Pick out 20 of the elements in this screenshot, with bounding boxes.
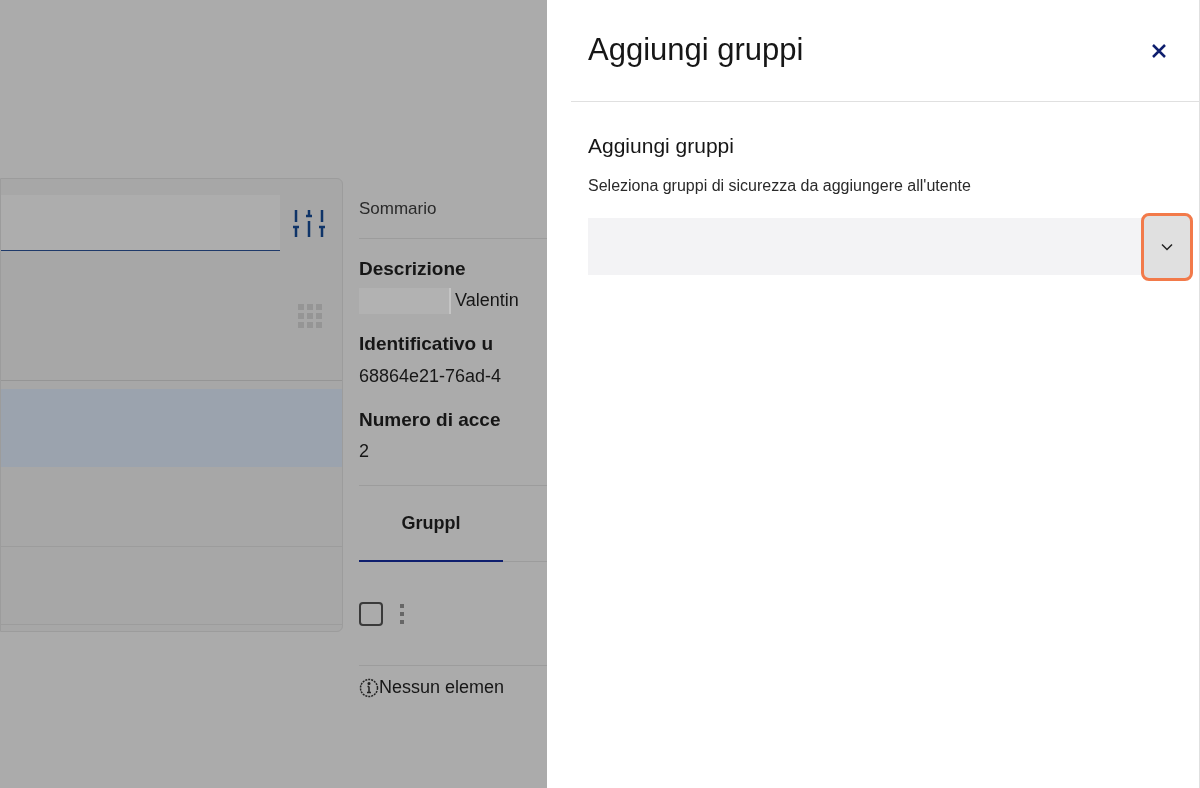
field-value: 68864e21-76ad-4 (359, 364, 502, 388)
field-value: Valentin (455, 289, 519, 312)
more-icon[interactable] (399, 602, 405, 625)
section-description: Seleziona gruppi di sicurezza da aggiungere all'utente (588, 175, 972, 196)
tab[interactable]: Gruppl (359, 486, 503, 562)
dropdown-toggle[interactable] (1141, 212, 1193, 281)
close-icon (1151, 42, 1167, 59)
field-label: Identificativo u (359, 332, 495, 356)
summary-label: Sommario (359, 178, 547, 239)
drawer-title: Aggiungi gruppi (588, 31, 804, 70)
chevron-down-icon (1161, 242, 1173, 251)
filter-icon[interactable] (292, 207, 326, 239)
search-field[interactable] (1, 195, 280, 251)
checkbox[interactable] (359, 601, 383, 626)
empty-message: Nessun elemen (379, 676, 505, 699)
field-label: Numero di acce (359, 407, 502, 432)
info-icon (359, 677, 379, 698)
field-label: Descrizione (359, 256, 467, 281)
section-title: Aggiungi gruppi (588, 133, 735, 159)
field-value: 2 (359, 440, 369, 463)
